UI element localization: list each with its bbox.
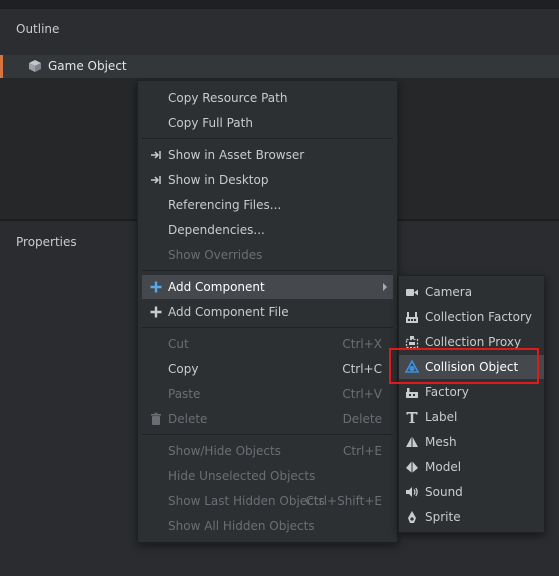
menu-item-dependencies[interactable]: Dependencies...	[142, 218, 393, 242]
menu-item-label: Copy Resource Path	[168, 91, 288, 105]
menu-separator	[142, 327, 393, 328]
reveal-arrow-icon	[151, 151, 161, 159]
submenu-item-collection-proxy[interactable]: Collection Proxy	[399, 330, 544, 354]
menu-item-label: Paste	[168, 387, 201, 401]
submenu-item-sound[interactable]: Sound	[399, 480, 544, 504]
menu-item-hide-unselected-objects[interactable]: Hide Unselected Objects	[142, 464, 393, 488]
menu-item-label: Dependencies...	[168, 223, 265, 237]
menu-item-shortcut: Ctrl+V	[342, 387, 382, 401]
mesh-icon	[406, 436, 418, 447]
menu-separator	[142, 138, 393, 139]
menu-item-label: Add Component	[168, 280, 265, 294]
submenu-item-label: Collision Object	[425, 360, 519, 374]
submenu-item-label: Collection Factory	[425, 310, 533, 324]
submenu-item-camera[interactable]: Camera	[399, 280, 544, 304]
menu-item-referencing-files[interactable]: Referencing Files...	[142, 193, 393, 217]
menu-item-copy-full-path[interactable]: Copy Full Path	[142, 111, 393, 135]
context-menu: Copy Resource Path Copy Full Path Show i…	[137, 80, 398, 543]
outline-panel-header: Outline	[0, 9, 559, 55]
menu-item-shortcut: Ctrl+Shift+E	[305, 494, 382, 508]
menu-item-shortcut: Ctrl+X	[342, 337, 382, 351]
reveal-arrow-icon	[151, 176, 161, 184]
label-icon	[406, 412, 418, 423]
submenu-item-collision-object[interactable]: Collision Object	[399, 355, 544, 379]
menu-item-label: Referencing Files...	[168, 198, 282, 212]
menu-item-show-in-desktop[interactable]: Show in Desktop	[142, 168, 393, 192]
menu-item-show-overrides[interactable]: Show Overrides	[142, 243, 393, 267]
menu-item-add-component[interactable]: Add Component	[142, 275, 393, 299]
menu-item-label: Cut	[168, 337, 189, 351]
menu-item-label: Show in Asset Browser	[168, 148, 305, 162]
add-component-submenu: Camera Collection Factory Collection Pro…	[398, 275, 545, 533]
submenu-item-label: Sprite	[425, 510, 461, 524]
submenu-item-label[interactable]: Label	[399, 405, 544, 429]
menu-item-show-hide-objects[interactable]: Show/Hide Objects Ctrl+E	[142, 439, 393, 463]
menu-item-label: Show in Desktop	[168, 173, 269, 187]
submenu-item-mesh[interactable]: Mesh	[399, 430, 544, 454]
menu-item-label: Add Component File	[168, 305, 289, 319]
menu-item-shortcut: Ctrl+C	[342, 362, 382, 376]
submenu-item-model[interactable]: Model	[399, 455, 544, 479]
menu-item-label: Show Overrides	[168, 248, 263, 262]
camera-icon	[406, 289, 418, 296]
top-strip	[0, 0, 559, 9]
menu-item-show-all-hidden-objects[interactable]: Show All Hidden Objects	[142, 514, 393, 538]
menu-item-shortcut: Ctrl+E	[343, 444, 382, 458]
menu-item-label: Hide Unselected Objects	[168, 469, 316, 483]
collision-object-icon	[405, 360, 419, 373]
menu-item-show-last-hidden-objects[interactable]: Show Last Hidden Objects Ctrl+Shift+E	[142, 489, 393, 513]
properties-title: Properties	[16, 235, 77, 249]
menu-item-cut[interactable]: Cut Ctrl+X	[142, 332, 393, 356]
submenu-item-label: Label	[425, 410, 458, 424]
submenu-item-label: Model	[425, 460, 462, 474]
submenu-item-label: Factory	[425, 385, 469, 399]
menu-item-paste[interactable]: Paste Ctrl+V	[142, 382, 393, 406]
cube-icon	[29, 60, 41, 72]
menu-item-label: Copy Full Path	[168, 116, 253, 130]
trash-icon	[151, 412, 161, 425]
menu-item-label: Show Last Hidden Objects	[168, 494, 325, 508]
menu-item-label: Delete	[168, 412, 208, 426]
menu-item-label: Show All Hidden Objects	[168, 519, 315, 533]
menu-item-delete[interactable]: Delete Delete	[142, 407, 393, 431]
outline-title: Outline	[16, 22, 60, 36]
menu-item-label: Show/Hide Objects	[168, 444, 281, 458]
collection-factory-icon	[406, 312, 418, 323]
menu-item-copy[interactable]: Copy Ctrl+C	[142, 357, 393, 381]
collection-proxy-icon	[405, 336, 419, 349]
menu-item-shortcut: Delete	[342, 412, 382, 426]
model-icon	[406, 461, 418, 473]
submenu-item-factory[interactable]: Factory	[399, 380, 544, 404]
plus-icon	[150, 306, 162, 318]
menu-separator	[142, 434, 393, 435]
submenu-arrow-icon	[383, 283, 387, 291]
factory-icon	[406, 388, 418, 398]
menu-item-add-component-file[interactable]: Add Component File	[142, 300, 393, 324]
menu-item-label: Copy	[168, 362, 199, 376]
plus-icon	[150, 281, 162, 293]
submenu-item-label: Collection Proxy	[425, 335, 522, 349]
menu-item-copy-resource-path[interactable]: Copy Resource Path	[142, 86, 393, 110]
submenu-item-label: Camera	[425, 285, 473, 299]
submenu-item-sprite[interactable]: Sprite	[399, 505, 544, 529]
menu-separator	[142, 270, 393, 271]
menu-item-show-in-asset-browser[interactable]: Show in Asset Browser	[142, 143, 393, 167]
outline-item-label: Game Object	[48, 59, 127, 73]
submenu-item-label: Mesh	[425, 435, 457, 449]
outline-item-game-object[interactable]: Game Object	[0, 55, 559, 78]
submenu-item-label: Sound	[425, 485, 463, 499]
submenu-item-collection-factory[interactable]: Collection Factory	[399, 305, 544, 329]
sprite-icon	[408, 511, 416, 523]
sound-icon	[406, 487, 418, 497]
